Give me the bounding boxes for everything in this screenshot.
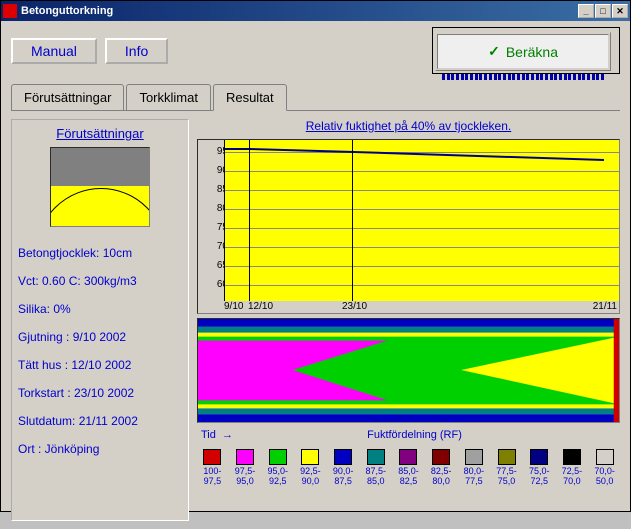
slab-diagram bbox=[50, 147, 150, 227]
legend-label: 97,5- 95,0 bbox=[235, 467, 256, 487]
legend-item: 82,5- 80,0 bbox=[426, 449, 456, 487]
panel-title[interactable]: Förutsättningar bbox=[18, 126, 182, 141]
info-gjutning: Gjutning : 9/10 2002 bbox=[18, 330, 182, 344]
fukt-label: Fuktfördelning (RF) bbox=[367, 429, 462, 441]
humidity-distribution-chart bbox=[197, 318, 620, 423]
legend-item: 95,0- 92,5 bbox=[263, 449, 293, 487]
legend-swatch bbox=[563, 449, 581, 465]
legend-swatch bbox=[432, 449, 450, 465]
legend-item: 75,0- 72,5 bbox=[524, 449, 554, 487]
calculate-button[interactable]: ✓ Beräkna bbox=[435, 32, 611, 71]
legend-item: 70,0- 50,0 bbox=[590, 449, 620, 487]
legend-item: 77,5- 75,0 bbox=[492, 449, 522, 487]
legend-swatch bbox=[203, 449, 221, 465]
toolbar: Manual Info ✓ Beräkna bbox=[1, 21, 630, 80]
legend-item: 72,5- 70,0 bbox=[557, 449, 587, 487]
tab-forutsattningar[interactable]: Förutsättningar bbox=[11, 84, 124, 110]
legend-swatch bbox=[399, 449, 417, 465]
legend-swatch bbox=[498, 449, 516, 465]
legend-item: 85,0- 82,5 bbox=[393, 449, 423, 487]
info-silika: Silika: 0% bbox=[18, 302, 182, 316]
chart1-plot-area bbox=[224, 140, 619, 301]
legend-swatch bbox=[530, 449, 548, 465]
right-panel: Relativ fuktighet på 40% av tjockleken. … bbox=[197, 119, 620, 521]
legend-label: 85,0- 82,5 bbox=[398, 467, 419, 487]
info-vct: Vct: 0.60 C: 300kg/m3 bbox=[18, 274, 182, 288]
legend-item: 92,5- 90,0 bbox=[295, 449, 325, 487]
legend-label: 92,5- 90,0 bbox=[300, 467, 321, 487]
legend-label: 95,0- 92,5 bbox=[267, 467, 288, 487]
legend-label: 80,0- 77,5 bbox=[464, 467, 485, 487]
legend-swatch bbox=[367, 449, 385, 465]
calc-button-frame: ✓ Beräkna bbox=[432, 27, 620, 74]
calculate-label: Beräkna bbox=[506, 44, 558, 60]
maximize-button[interactable]: □ bbox=[595, 4, 611, 18]
titlebar[interactable]: Betonguttorkning _ □ ✕ bbox=[1, 1, 630, 21]
info-torkstart: Torkstart : 23/10 2002 bbox=[18, 386, 182, 400]
minimize-button[interactable]: _ bbox=[578, 4, 594, 18]
legend-swatch bbox=[269, 449, 287, 465]
content: Förutsättningar Betongtjocklek: 10cm Vct… bbox=[1, 111, 630, 529]
app-icon bbox=[3, 4, 17, 18]
progress-indicator bbox=[438, 74, 608, 80]
distribution-svg bbox=[198, 319, 619, 422]
legend-label: 100- 97,5 bbox=[203, 467, 221, 487]
legend-swatch bbox=[334, 449, 352, 465]
legend-swatch bbox=[465, 449, 483, 465]
app-window: Betonguttorkning _ □ ✕ Manual Info ✓ Ber… bbox=[0, 0, 631, 512]
tab-torkklimat[interactable]: Torkklimat bbox=[126, 84, 211, 110]
humidity-line-chart: 95 90 85 80 75 70 65 60 bbox=[197, 139, 620, 314]
legend-item: 80,0- 77,5 bbox=[459, 449, 489, 487]
chart1-title: Relativ fuktighet på 40% av tjockleken. bbox=[197, 119, 620, 133]
legend-label: 90,0- 87,5 bbox=[333, 467, 354, 487]
info-tatthus: Tätt hus : 12/10 2002 bbox=[18, 358, 182, 372]
info-button[interactable]: Info bbox=[105, 38, 168, 64]
legend-label: 82,5- 80,0 bbox=[431, 467, 452, 487]
legend-item: 87,5- 85,0 bbox=[361, 449, 391, 487]
info-slutdatum: Slutdatum: 21/11 2002 bbox=[18, 414, 182, 428]
tab-resultat[interactable]: Resultat bbox=[213, 84, 287, 111]
chart1-xaxis: 9/10 12/10 23/10 21/11 bbox=[224, 301, 619, 313]
legend-label: 72,5- 70,0 bbox=[562, 467, 583, 487]
info-thickness: Betongtjocklek: 10cm bbox=[18, 246, 182, 260]
check-icon: ✓ bbox=[488, 43, 500, 60]
legend-label: 77,5- 75,0 bbox=[496, 467, 517, 487]
legend: 100- 97,5 97,5- 95,0 95,0- 92,5 92,5- 90,0 9… bbox=[197, 447, 620, 489]
left-panel: Förutsättningar Betongtjocklek: 10cm Vct… bbox=[11, 119, 189, 521]
arrow-icon: → bbox=[222, 429, 233, 441]
window-title: Betonguttorkning bbox=[21, 5, 578, 17]
legend-label: 70,0- 50,0 bbox=[594, 467, 615, 487]
legend-label: 87,5- 85,0 bbox=[366, 467, 387, 487]
legend-label: 75,0- 72,5 bbox=[529, 467, 550, 487]
legend-swatch bbox=[301, 449, 319, 465]
legend-item: 100- 97,5 bbox=[197, 449, 227, 487]
tid-label: Tid bbox=[201, 429, 216, 441]
close-button[interactable]: ✕ bbox=[612, 4, 628, 18]
info-ort: Ort : Jönköping bbox=[18, 442, 182, 456]
legend-swatch bbox=[596, 449, 614, 465]
distribution-labels: Tid → Fuktfördelning (RF) bbox=[197, 427, 620, 443]
chart1-series bbox=[224, 140, 619, 301]
legend-item: 90,0- 87,5 bbox=[328, 449, 358, 487]
legend-swatch bbox=[236, 449, 254, 465]
manual-button[interactable]: Manual bbox=[11, 38, 97, 64]
tabs: Förutsättningar Torkklimat Resultat bbox=[11, 84, 620, 111]
legend-item: 97,5- 95,0 bbox=[230, 449, 260, 487]
